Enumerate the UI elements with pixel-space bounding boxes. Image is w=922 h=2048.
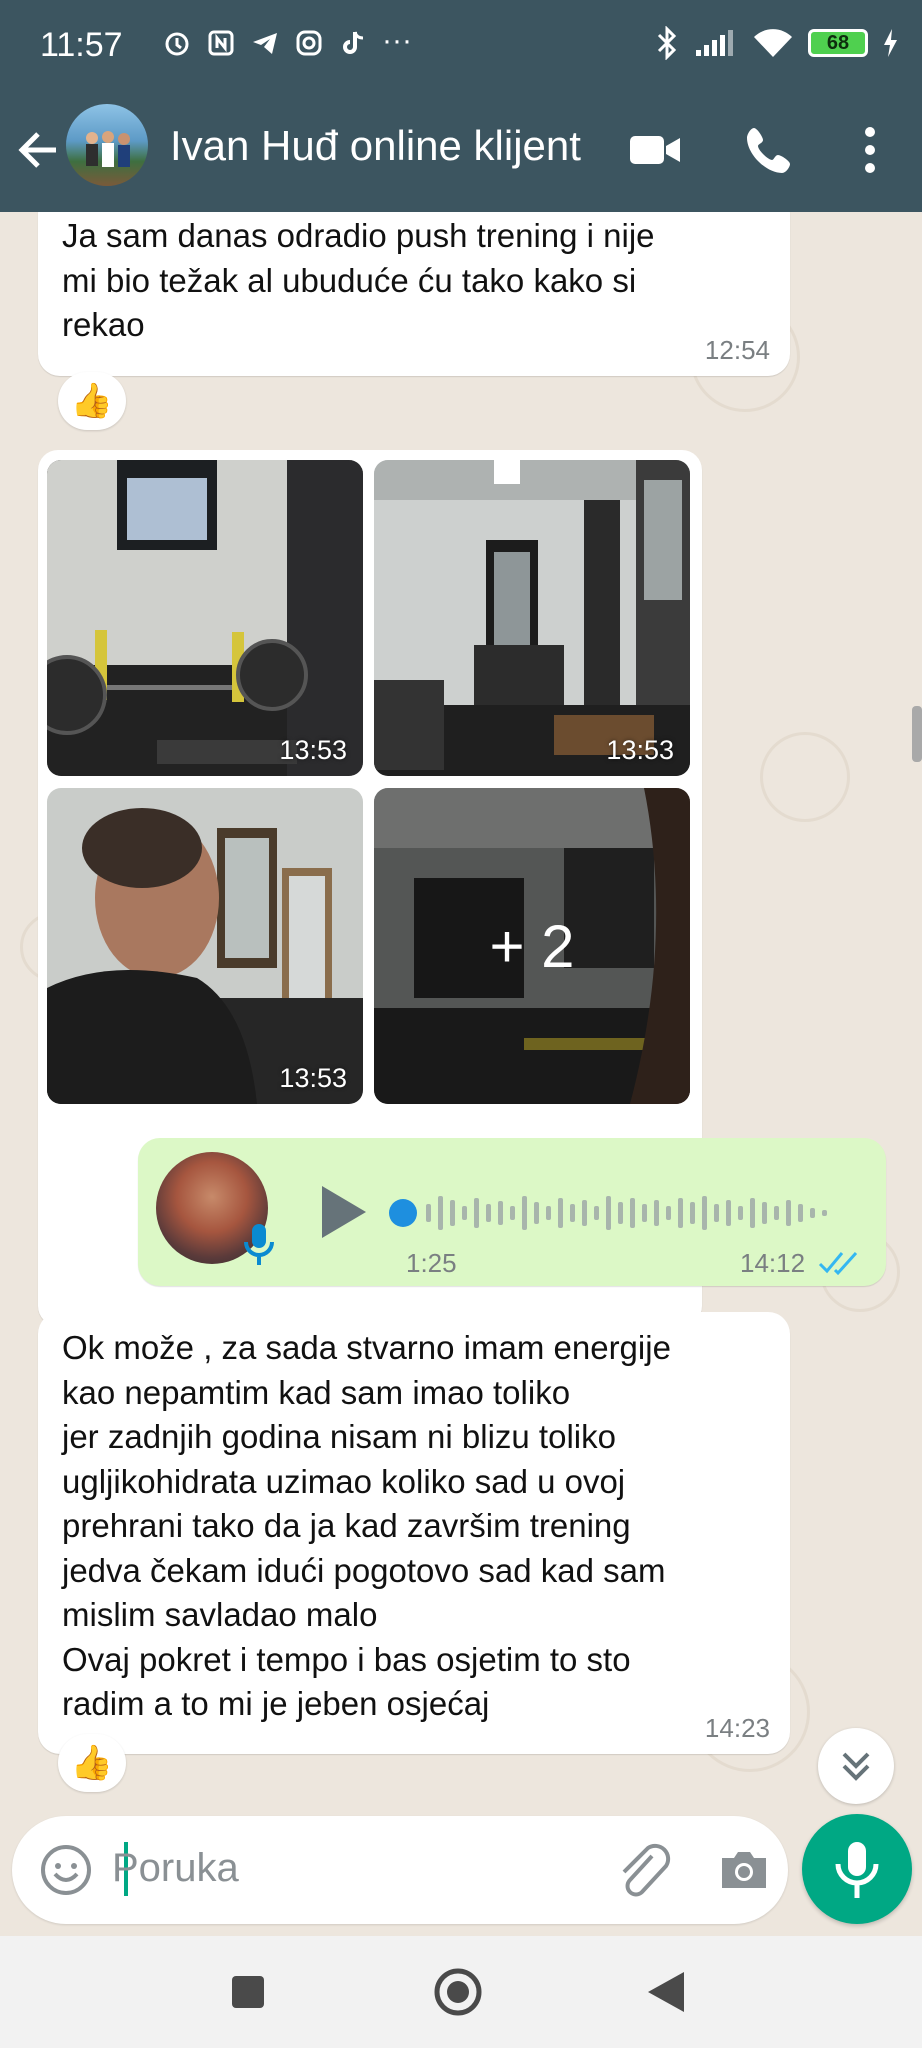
compose-bar: Poruka — [0, 1814, 922, 1936]
back-arrow-icon[interactable] — [16, 120, 62, 180]
voice-duration: 1:25 — [406, 1248, 457, 1278]
thumbs-up-icon: 👍 — [70, 382, 114, 420]
message-text: Ok može , za sada stvarno imam energije … — [62, 1329, 671, 1722]
signal-icon — [696, 30, 733, 56]
photo-time: 13:53 — [279, 735, 347, 765]
mic-icon — [835, 1842, 879, 1898]
camera-icon[interactable] — [714, 1840, 774, 1900]
outgoing-voice-message[interactable]: 1:25 14:12 — [138, 1138, 886, 1286]
more-photos-count: + 2 — [374, 788, 690, 1104]
photo-3[interactable]: 13:53 — [47, 788, 363, 1104]
scroll-down-icon — [842, 1752, 870, 1781]
more-notifications-icon: ··· — [382, 24, 412, 57]
status-time: 11:57 — [40, 26, 123, 64]
tiktok-icon — [343, 31, 364, 54]
reaction-thumbs-up[interactable]: 👍 — [58, 1734, 126, 1792]
chat-header: Ivan Huđ online klijent — [0, 90, 922, 212]
message-time: 14:23 — [704, 1713, 770, 1743]
message-text: Ja sam danas odradio push trening i nije… — [62, 217, 655, 343]
scroll-down-button[interactable] — [818, 1728, 894, 1804]
read-ticks-icon — [818, 1251, 858, 1276]
thumbs-up-icon: 👍 — [70, 1744, 114, 1782]
contact-name[interactable]: Ivan Huđ online klijent — [170, 122, 581, 170]
mic-icon — [244, 1224, 274, 1265]
emoji-icon[interactable] — [36, 1840, 96, 1900]
message-time: 14:12 — [740, 1248, 806, 1278]
phone-icon[interactable] — [740, 120, 800, 180]
status-notification-icons: ··· — [162, 24, 412, 58]
alarm-icon — [165, 32, 189, 56]
scrollbar-thumb[interactable] — [912, 706, 922, 762]
attach-icon[interactable] — [612, 1838, 672, 1902]
wifi-icon — [754, 29, 792, 57]
home-icon[interactable] — [432, 1966, 484, 2018]
system-nav-bar — [0, 1936, 922, 2048]
photo-4-more[interactable]: + 2 — [374, 788, 690, 1104]
incoming-message[interactable]: Ja sam danas odradio push trening i nije… — [38, 212, 790, 376]
charging-icon — [884, 29, 897, 57]
message-placeholder: Poruka — [112, 1846, 239, 1890]
incoming-message[interactable]: Ok može , za sada stvarno imam energije … — [38, 1312, 790, 1754]
photo-1[interactable]: 13:53 — [47, 460, 363, 776]
photo-time: 13:53 — [606, 735, 674, 765]
nfc-icon — [208, 30, 234, 56]
chat-area[interactable]: Ja sam danas odradio push trening i nije… — [0, 212, 922, 1816]
bluetooth-icon — [657, 26, 677, 60]
message-input[interactable]: Poruka — [12, 1816, 788, 1924]
back-icon[interactable] — [644, 1968, 688, 2016]
recent-apps-icon[interactable] — [228, 1972, 268, 2012]
video-call-icon[interactable] — [626, 120, 686, 180]
contact-avatar[interactable] — [66, 104, 148, 186]
photo-time: 13:53 — [279, 1063, 347, 1093]
message-time: 12:54 — [704, 335, 770, 365]
reaction-thumbs-up[interactable]: 👍 — [58, 372, 126, 430]
battery-indicator: 68 — [808, 29, 868, 57]
telegram-icon — [253, 33, 277, 54]
voice-waveform[interactable] — [386, 1188, 856, 1238]
status-system-icons: 68 — [654, 26, 898, 60]
status-bar: 11:57 ··· 68 — [0, 0, 922, 90]
wallpaper-doodle — [760, 732, 850, 822]
instagram-icon — [296, 30, 322, 56]
photo-2[interactable]: 13:53 — [374, 460, 690, 776]
play-icon[interactable] — [316, 1182, 370, 1242]
voice-record-button[interactable] — [802, 1814, 912, 1924]
more-vert-icon[interactable] — [840, 120, 900, 180]
